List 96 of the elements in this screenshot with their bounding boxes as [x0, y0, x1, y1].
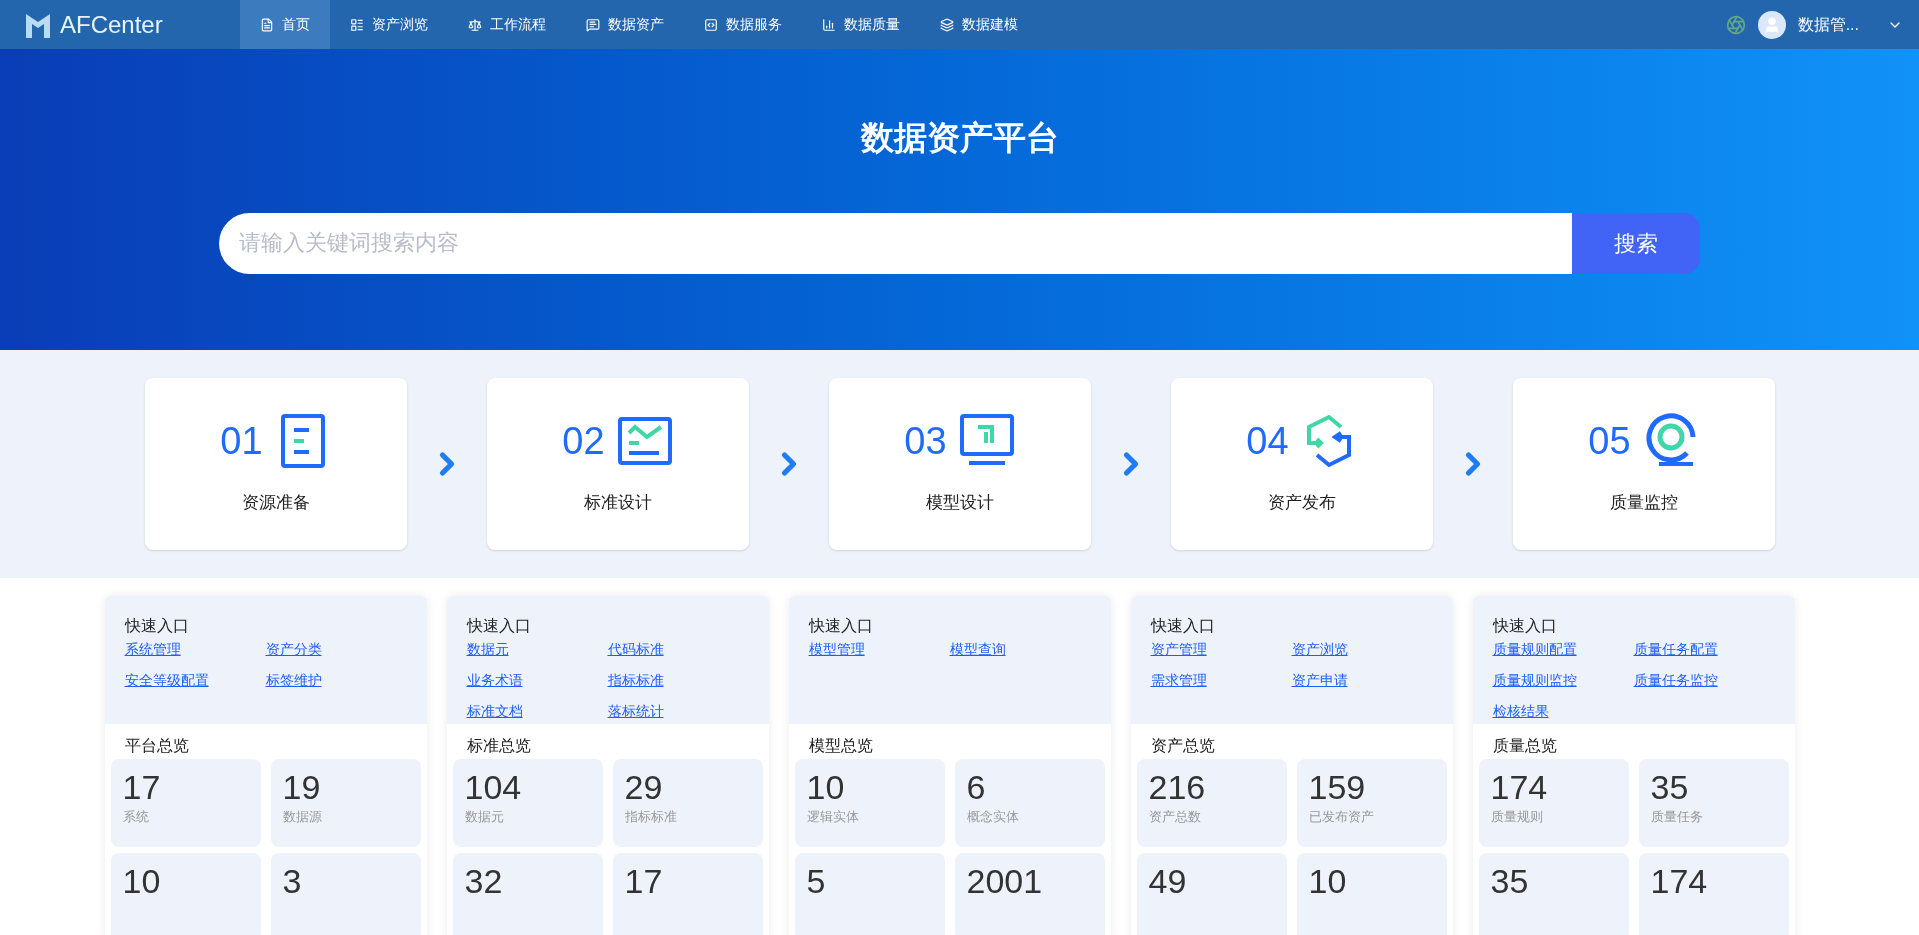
step-label: 模型设计: [925, 491, 994, 514]
stat-value: 159: [1308, 767, 1366, 807]
stat-value: 49: [1148, 861, 1187, 901]
stat-value: 104: [464, 767, 522, 807]
step-card[interactable]: 04 资产发布: [1170, 378, 1433, 550]
user-name[interactable]: 数据管...: [1797, 12, 1859, 37]
quick-link[interactable]: 标签维护: [265, 670, 322, 690]
nav-tab[interactable]: 资产浏览: [330, 0, 448, 49]
section-title: 快速入口: [1150, 616, 1216, 636]
stat-value: 6: [966, 767, 986, 807]
scale-icon: [468, 17, 482, 32]
quick-link[interactable]: 标准文档: [466, 701, 523, 721]
list-icon: [350, 17, 364, 32]
stat-label: 资产总数: [1148, 808, 1201, 826]
section-title: 快速入口: [124, 616, 190, 636]
stat-label: 质量规则: [1490, 808, 1543, 826]
stat-value: 10: [806, 767, 845, 807]
message-icon: [586, 17, 600, 32]
step-number: 02: [562, 418, 605, 464]
quick-link[interactable]: 资产申请: [1291, 670, 1348, 690]
bar-chart-icon: [822, 17, 836, 32]
step-number: 04: [1246, 418, 1289, 464]
nav-tab[interactable]: 数据建模: [920, 0, 1038, 49]
hero-title: 数据资产平台: [860, 118, 1059, 158]
quick-link[interactable]: 检核结果: [1492, 701, 1549, 721]
step-label: 质量监控: [1609, 491, 1678, 514]
stat-label: 指标标准: [624, 808, 677, 826]
nav-tab[interactable]: 工作流程: [448, 0, 566, 49]
stat-value: 29: [624, 767, 663, 807]
stat-value: 3: [282, 861, 302, 901]
quick-link[interactable]: 资产浏览: [1291, 639, 1348, 659]
stat-value: 174: [1490, 767, 1548, 807]
quick-link[interactable]: 质量任务配置: [1633, 639, 1718, 659]
nav-tab[interactable]: 数据资产: [566, 0, 684, 49]
document-icon: [260, 17, 274, 32]
step-number: 03: [904, 418, 947, 464]
step-label: 标准设计: [583, 491, 652, 514]
step-label: 资产发布: [1267, 491, 1336, 514]
stat-value: 10: [1308, 861, 1347, 901]
quick-link[interactable]: 落标统计: [607, 701, 664, 721]
section-title: 快速入口: [1492, 616, 1558, 636]
quick-link[interactable]: 资产管理: [1150, 639, 1207, 659]
stat-value: 5: [806, 861, 826, 901]
stat-value: 19: [282, 767, 321, 807]
step-card[interactable]: 01 资源准备: [144, 378, 407, 550]
quick-link[interactable]: 质量规则配置: [1492, 639, 1577, 659]
stat-value: 216: [1148, 767, 1206, 807]
stat-value: 174: [1650, 861, 1708, 901]
stat-value: 2001: [966, 861, 1043, 901]
logo-text: AFCenter: [60, 9, 163, 40]
quick-link[interactable]: 模型查询: [949, 639, 1006, 659]
step-card[interactable]: 05 质量监控: [1512, 378, 1775, 550]
quick-link[interactable]: 系统管理: [124, 639, 181, 659]
step-number: 01: [220, 418, 263, 464]
quick-link[interactable]: 数据元: [466, 639, 509, 659]
quick-link[interactable]: 模型管理: [808, 639, 865, 659]
layers-icon: [940, 17, 954, 32]
step-label: 资源准备: [241, 491, 310, 514]
stat-value: 32: [464, 861, 503, 901]
section-title: 资产总览: [1149, 736, 1216, 756]
section-title: 快速入口: [808, 616, 874, 636]
stat-value: 35: [1490, 861, 1529, 901]
stat-label: 数据元: [464, 808, 504, 826]
stat-value: 17: [624, 861, 663, 901]
stat-label: 已发布资产: [1308, 808, 1374, 826]
quick-link[interactable]: 质量规则监控: [1492, 670, 1577, 690]
stat-label: 概念实体: [966, 808, 1019, 826]
search-field[interactable]: 请输入关键词搜索内容: [219, 212, 1572, 274]
code-icon: [704, 17, 718, 32]
quick-link[interactable]: 安全等级配置: [124, 670, 209, 690]
section-title: 标准总览: [465, 736, 532, 756]
quick-link[interactable]: 需求管理: [1150, 670, 1207, 690]
nav-tab[interactable]: 数据服务: [684, 0, 802, 49]
quick-link[interactable]: 资产分类: [265, 639, 322, 659]
quick-link[interactable]: 代码标准: [607, 639, 664, 659]
section-title: 模型总览: [807, 736, 874, 756]
stat-label: 数据源: [282, 808, 322, 826]
stat-label: 逻辑实体: [806, 808, 859, 826]
step-card[interactable]: 03 模型设计: [828, 378, 1091, 550]
stat-value: 35: [1650, 767, 1689, 807]
quick-link[interactable]: 指标标准: [607, 670, 664, 690]
section-title: 质量总览: [1491, 736, 1558, 756]
search-button[interactable]: 搜索: [1572, 212, 1700, 274]
avatar[interactable]: [1757, 10, 1786, 39]
section-title: 平台总览: [123, 736, 190, 756]
quick-link[interactable]: 业务术语: [466, 670, 523, 690]
stat-value: 17: [122, 767, 161, 807]
section-title: 快速入口: [466, 616, 532, 636]
stat-value: 10: [122, 861, 161, 901]
stat-label: 系统: [122, 808, 149, 826]
step-card[interactable]: 02 标准设计: [486, 378, 749, 550]
stat-label: 质量任务: [1650, 808, 1703, 826]
quick-link[interactable]: 质量任务监控: [1633, 670, 1718, 690]
step-number: 05: [1588, 418, 1631, 464]
nav-tab[interactable]: 数据质量: [802, 0, 920, 49]
nav-tab[interactable]: 首页: [240, 0, 330, 49]
